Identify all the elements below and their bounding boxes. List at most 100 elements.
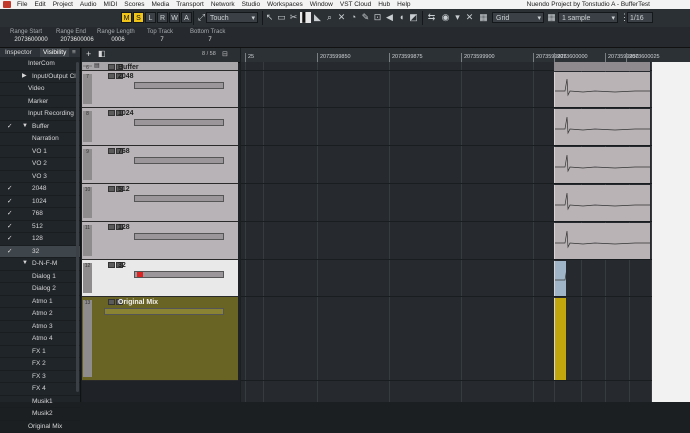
toolbar-s-button[interactable]: S	[133, 12, 144, 23]
visibility-item[interactable]: Atmo 1	[0, 296, 80, 309]
automation-mode-select[interactable]: Touch▾	[206, 12, 258, 23]
track-controls[interactable]	[134, 195, 224, 202]
grid-type-select[interactable]: Grid▾	[492, 12, 544, 23]
visibility-item[interactable]: ✓512	[0, 221, 80, 234]
audio-event[interactable]	[554, 185, 650, 221]
track-name[interactable]: 768	[118, 148, 130, 155]
menu-file[interactable]: File	[17, 0, 27, 9]
menu-hub[interactable]: Hub	[378, 0, 390, 9]
track-controls[interactable]	[134, 233, 224, 240]
draw-tool-icon[interactable]: ✎	[360, 12, 371, 23]
quantize-value[interactable]: 1/16	[627, 12, 653, 23]
shuttle-icon[interactable]: ⇆	[426, 12, 437, 23]
audio-event[interactable]	[554, 147, 650, 183]
triangle-right-icon[interactable]: ▶	[22, 71, 27, 83]
checkmark-icon[interactable]: ✓	[7, 208, 15, 220]
visibility-item[interactable]: Dialog 2	[0, 283, 80, 296]
checkmark-icon[interactable]: ✓	[7, 183, 15, 195]
tab-visibility[interactable]: Visibility	[40, 48, 69, 57]
track-controls[interactable]	[134, 119, 224, 126]
menu-edit[interactable]: Edit	[34, 0, 45, 9]
menu-studio[interactable]: Studio	[242, 0, 260, 9]
visibility-item[interactable]: ✓2048	[0, 183, 80, 196]
track-768[interactable]: 9768	[82, 146, 238, 184]
track-32[interactable]: 1232	[82, 260, 238, 297]
pointer-tool-icon[interactable]: ↖	[264, 12, 275, 23]
range-length[interactable]: Range Length 0006	[97, 29, 139, 45]
toolbar-w-button[interactable]: W	[169, 12, 180, 23]
comp-tool-icon[interactable]: ⊡	[372, 12, 383, 23]
menu-media[interactable]: Media	[152, 0, 170, 9]
track-name[interactable]: 2048	[118, 73, 134, 80]
top-track[interactable]: Top Track 7	[147, 29, 177, 45]
play-tool-icon[interactable]: ◀	[384, 12, 395, 23]
audio-event[interactable]	[554, 261, 566, 296]
track-1024[interactable]: 81024	[82, 108, 238, 146]
visibility-item[interactable]: VO 2	[0, 158, 80, 171]
visibility-item[interactable]: FX 3	[0, 371, 80, 384]
toolbar-m-button[interactable]: M	[121, 12, 132, 23]
range-end[interactable]: Range End 2073600006	[56, 29, 98, 45]
audio-event[interactable]	[554, 72, 650, 107]
track-lane[interactable]	[241, 260, 690, 297]
menu-network[interactable]: Network	[211, 0, 235, 9]
toolbar-a-button[interactable]: A	[181, 12, 192, 23]
mute-button[interactable]	[108, 262, 115, 268]
track-controls[interactable]	[134, 157, 224, 164]
visibility-item[interactable]: Narration	[0, 133, 80, 146]
track-controls[interactable]	[104, 308, 224, 315]
track-name[interactable]: 128	[118, 224, 130, 231]
visibility-item[interactable]: InterCom	[0, 58, 80, 71]
checkmark-icon[interactable]: ✓	[7, 121, 15, 133]
audio-event[interactable]	[554, 109, 650, 145]
track-name[interactable]: Buffer	[118, 64, 139, 71]
timeline-ruler[interactable]: 2520735998502073599875207359990020735999…	[241, 48, 690, 63]
timewarp-tool-icon[interactable]: ◔	[348, 12, 359, 23]
tab-inspector[interactable]: Inspector	[5, 48, 32, 57]
mute-tool-icon[interactable]: ✕	[336, 12, 347, 23]
visibility-item[interactable]: Input Recording	[0, 108, 80, 121]
track-presets-icon[interactable]: ◧	[98, 49, 106, 58]
track-name[interactable]: Original Mix	[118, 299, 158, 306]
visibility-item[interactable]: ✓768	[0, 208, 80, 221]
menu-help[interactable]: Help	[397, 0, 410, 9]
mute-button[interactable]	[108, 73, 115, 79]
visibility-item[interactable]: FX 4	[0, 383, 80, 396]
menu-scores[interactable]: Scores	[124, 0, 144, 9]
visibility-item[interactable]: ✓32	[0, 246, 80, 259]
speaker-tool-icon[interactable]: ◖	[396, 12, 407, 23]
triangle-down-icon[interactable]: ▼	[22, 258, 28, 270]
track-controls[interactable]	[134, 271, 224, 278]
visibility-item[interactable]: Dialog 1	[0, 271, 80, 284]
visibility-item[interactable]: FX 2	[0, 358, 80, 371]
glue-tool-icon[interactable]: ▌	[300, 12, 311, 23]
triangle-down-icon[interactable]: ▼	[22, 121, 28, 133]
track-name[interactable]: 32	[118, 262, 126, 269]
visibility-item[interactable]: ▼D-N-F-M	[0, 258, 80, 271]
visibility-item[interactable]: Marker	[0, 96, 80, 109]
split-tool-icon[interactable]: ✂	[288, 12, 299, 23]
range-tool-icon[interactable]: ▭	[276, 12, 287, 23]
checkmark-icon[interactable]: ✓	[7, 233, 15, 245]
visibility-item[interactable]: ✓1024	[0, 196, 80, 209]
menu-window[interactable]: Window	[310, 0, 333, 9]
checkmark-icon[interactable]: ✓	[7, 196, 15, 208]
mute-button[interactable]	[108, 148, 115, 154]
mute-button[interactable]	[108, 64, 115, 70]
visibility-item[interactable]: ✓▼Buffer	[0, 121, 80, 134]
visibility-item[interactable]: VO 3	[0, 171, 80, 184]
track-128[interactable]: 11128	[82, 222, 238, 260]
menu-midi[interactable]: MIDI	[104, 0, 118, 9]
menu-vst-cloud[interactable]: VST Cloud	[340, 0, 371, 9]
checkmark-icon[interactable]: ✓	[7, 246, 15, 258]
audio-event[interactable]	[554, 223, 650, 259]
range-start[interactable]: Range Start 2073600000	[10, 29, 52, 45]
track-original-mix[interactable]: 13Original Mix	[82, 297, 238, 381]
erase-tool-icon[interactable]: ◣	[312, 12, 323, 23]
bottom-track[interactable]: Bottom Track 7	[190, 29, 230, 45]
toolbar-l-button[interactable]: L	[145, 12, 156, 23]
record-enable-icon[interactable]	[137, 272, 143, 277]
quantize-icon[interactable]: ▦	[546, 12, 557, 23]
track-name[interactable]: 1024	[118, 110, 134, 117]
menu-icon[interactable]: ≡	[72, 48, 76, 57]
